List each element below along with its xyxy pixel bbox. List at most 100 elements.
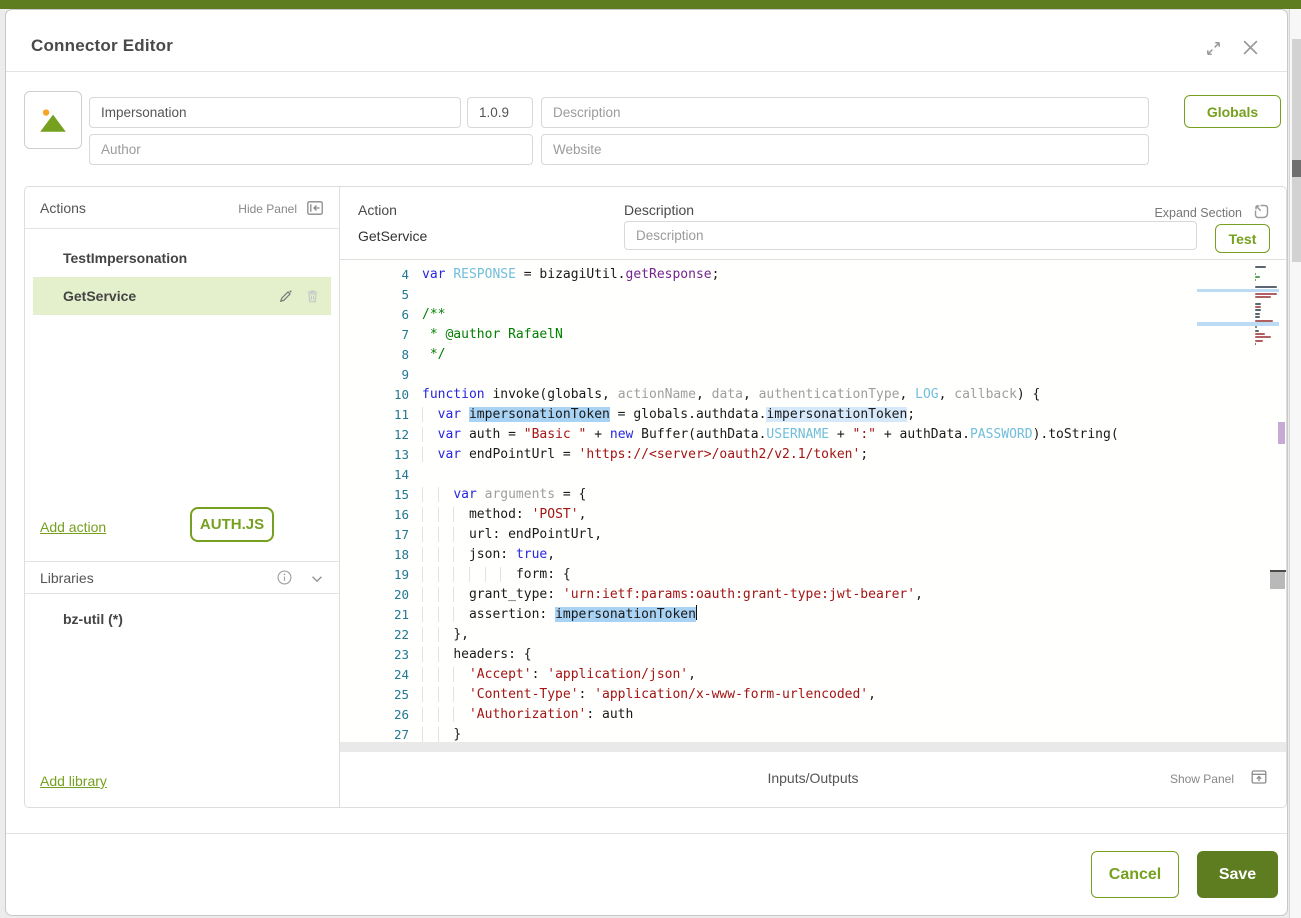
code-line	[422, 465, 1252, 485]
action-description-input[interactable]	[624, 221, 1197, 250]
code-line: function invoke(globals, actionName, dat…	[422, 385, 1252, 405]
minimap-line	[1255, 336, 1271, 338]
minimap-line	[1255, 296, 1271, 298]
footer-divider	[6, 833, 1287, 834]
minimap-line	[1255, 266, 1266, 268]
line-number: 7	[340, 325, 409, 345]
website-input[interactable]	[541, 134, 1149, 165]
minimap-line	[1255, 343, 1256, 345]
page-scrollbar[interactable]	[1289, 9, 1301, 918]
code-line: headers: {	[422, 645, 1252, 665]
line-number: 13	[340, 445, 409, 465]
expand-section-icon[interactable]	[1252, 202, 1270, 220]
libraries-title: Libraries	[40, 570, 94, 586]
line-number: 4	[340, 265, 409, 285]
library-item[interactable]: bz-util (*)	[25, 611, 339, 627]
add-action-link[interactable]: Add action	[40, 519, 106, 535]
code-line	[422, 365, 1252, 385]
code-line: url: endPointUrl,	[422, 525, 1252, 545]
minimap-line	[1255, 320, 1273, 322]
add-library-link[interactable]: Add library	[40, 773, 107, 789]
line-number: 12	[340, 425, 409, 445]
line-number-gutter: 4567891011121314151617181920212223242526…	[340, 265, 422, 742]
line-number: 23	[340, 645, 409, 665]
action-editor-panel: Action GetService Description Expand Sec…	[340, 187, 1286, 807]
line-number: 16	[340, 505, 409, 525]
line-number: 18	[340, 545, 409, 565]
close-icon[interactable]	[1242, 39, 1259, 56]
minimap-line	[1255, 273, 1256, 275]
page-scrollbar-track[interactable]	[1292, 177, 1301, 262]
code-line: var endPointUrl = 'https://<server>/oaut…	[422, 445, 1252, 465]
line-number: 8	[340, 345, 409, 365]
action-item[interactable]: TestImpersonation	[33, 239, 331, 277]
minimap-line	[1255, 313, 1260, 315]
minimap-line	[1255, 306, 1261, 308]
info-icon[interactable]	[276, 569, 293, 586]
header-divider	[6, 71, 1287, 72]
line-number: 24	[340, 665, 409, 685]
show-panel-icon[interactable]	[1250, 768, 1268, 786]
expand-section-label[interactable]: Expand Section	[1154, 206, 1242, 220]
save-button[interactable]: Save	[1197, 851, 1278, 898]
show-panel-label[interactable]: Show Panel	[1170, 772, 1234, 786]
connector-editor-dialog: Connector Editor Globals Actions Hide Pa…	[5, 9, 1288, 916]
actions-panel: Actions Hide Panel TestImpersonationGetS…	[25, 187, 340, 807]
line-number: 17	[340, 525, 409, 545]
line-number: 11	[340, 405, 409, 425]
auth-js-button[interactable]: AUTH.JS	[190, 507, 274, 542]
trash-icon[interactable]	[304, 288, 321, 305]
page-scrollbar-track[interactable]	[1292, 39, 1301, 160]
inputs-outputs-label[interactable]: Inputs/Outputs	[340, 770, 1286, 786]
code-editor[interactable]: 4567891011121314151617181920212223242526…	[340, 260, 1286, 742]
minimap-selection-stripe	[1197, 289, 1279, 292]
version-input[interactable]	[467, 97, 533, 128]
minimap-line	[1255, 333, 1265, 335]
line-number: 20	[340, 585, 409, 605]
chevron-down-icon[interactable]	[309, 571, 325, 587]
actions-list: TestImpersonation GetService	[25, 239, 339, 315]
action-label: Action	[358, 202, 397, 218]
minimap-line	[1255, 279, 1256, 281]
connector-image-placeholder[interactable]	[24, 91, 82, 149]
line-number: 15	[340, 485, 409, 505]
pencil-icon[interactable]	[277, 288, 294, 305]
code-line: var auth = "Basic " + new Buffer(authDat…	[422, 425, 1252, 445]
action-name-value: GetService	[358, 228, 427, 244]
line-number: 19	[340, 565, 409, 585]
action-editor-header: Action GetService Description Expand Sec…	[340, 187, 1286, 260]
main-content-box: Actions Hide Panel TestImpersonationGetS…	[24, 186, 1287, 808]
action-item-label: GetService	[33, 288, 277, 304]
minimap[interactable]	[1255, 266, 1278, 346]
window-top-accent-bar	[0, 0, 1301, 9]
line-number: 27	[340, 725, 409, 742]
image-icon	[37, 104, 69, 136]
line-number: 21	[340, 605, 409, 625]
line-number: 6	[340, 305, 409, 325]
code-line: assertion: impersonationToken	[422, 605, 1252, 625]
code-content: var RESPONSE = bizagiUtil.getResponse; /…	[422, 265, 1252, 742]
action-item[interactable]: GetService	[33, 277, 331, 315]
test-button[interactable]: Test	[1215, 224, 1270, 253]
author-input[interactable]	[89, 134, 533, 165]
code-line: json: true,	[422, 545, 1252, 565]
code-line	[422, 285, 1252, 305]
hide-panel-icon[interactable]	[306, 199, 324, 217]
minimap-line	[1255, 303, 1261, 305]
minimap-line	[1255, 316, 1260, 318]
page-scrollbar-thumb[interactable]	[1292, 160, 1301, 177]
description-input[interactable]	[541, 97, 1149, 128]
editor-scrollbar[interactable]	[1278, 260, 1285, 742]
connector-name-input[interactable]	[89, 97, 461, 128]
expand-dialog-icon[interactable]	[1204, 39, 1223, 58]
inputs-outputs-bar[interactable]: Inputs/Outputs Show Panel	[340, 742, 1286, 807]
globals-button[interactable]: Globals	[1184, 95, 1281, 128]
dialog-title: Connector Editor	[31, 36, 173, 56]
cancel-button[interactable]: Cancel	[1091, 851, 1179, 898]
resize-handle-grip[interactable]	[1270, 572, 1285, 589]
hide-panel-label[interactable]: Hide Panel	[238, 202, 297, 216]
line-number: 5	[340, 285, 409, 305]
panel-resize-handle[interactable]	[1270, 570, 1286, 589]
code-line: /**	[422, 305, 1252, 325]
editor-scrollbar-thumb[interactable]	[1278, 422, 1285, 444]
